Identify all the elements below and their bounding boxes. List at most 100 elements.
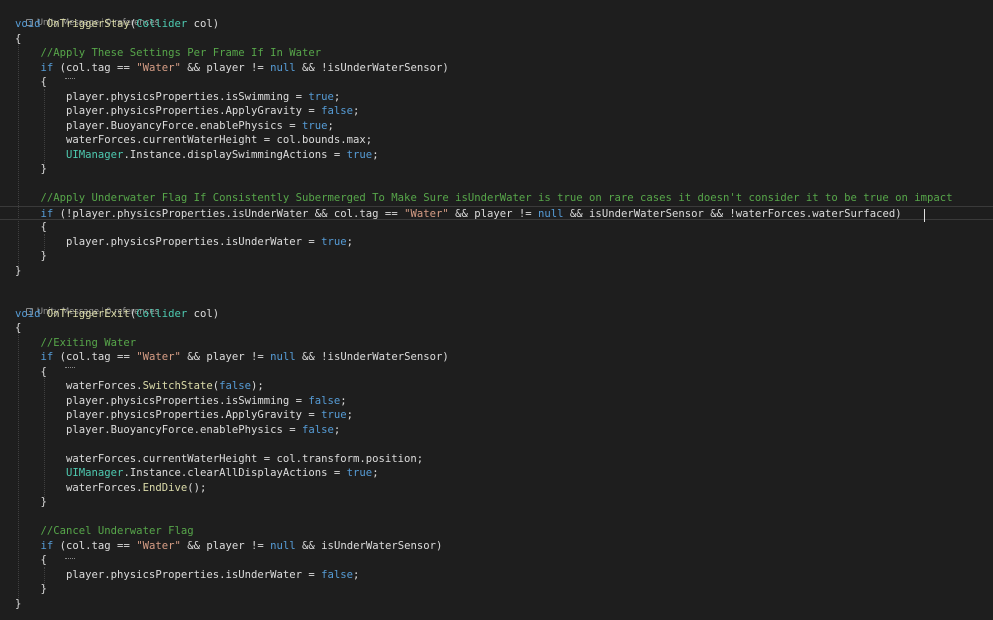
- code-token: player.BuoyancyForce.enablePhysics =: [15, 423, 303, 436]
- code-line[interactable]: player.physicsProperties.isUnderWater = …: [0, 235, 993, 250]
- code-line[interactable]: [0, 177, 993, 192]
- code-token: OnTriggerStay: [46, 18, 130, 30]
- code-token: }: [15, 250, 47, 262]
- code-token: col): [187, 18, 220, 30]
- code-line-content: player.BuoyancyForce.enablePhysics = tru…: [15, 120, 334, 132]
- code-token: UIManager: [66, 148, 124, 161]
- code-line[interactable]: {: [0, 75, 993, 90]
- code-token: null: [270, 351, 296, 363]
- code-token: }: [15, 597, 22, 610]
- code-line-content: UIManager.Instance.clearAllDisplayAction…: [15, 467, 379, 479]
- code-line[interactable]: if (col.tag == "Water" && player != null…: [0, 539, 993, 554]
- code-token: && player !=: [180, 351, 271, 363]
- code-token: ;: [346, 235, 354, 248]
- code-token: waterForces.currentWaterHeight = col.bou…: [15, 134, 373, 146]
- code-line[interactable]: {: [0, 553, 993, 568]
- code-line-content: {: [15, 366, 47, 378]
- code-token: player.physicsProperties.isUnderWater =: [15, 235, 322, 248]
- code-token: && !isUnderWaterSensor): [295, 351, 449, 363]
- code-line[interactable]: void OnTriggerStay(Collider col): [0, 17, 993, 32]
- code-line[interactable]: //Apply These Settings Per Frame If In W…: [0, 46, 993, 61]
- code-line[interactable]: }: [0, 249, 993, 264]
- code-line-content: //Apply These Settings Per Frame If In W…: [15, 47, 322, 59]
- code-line[interactable]: player.physicsProperties.isUnderWater = …: [0, 568, 993, 583]
- code-line-content: player.physicsProperties.ApplyGravity = …: [15, 105, 359, 117]
- code-line[interactable]: //Apply Underwater Flag If Consistently …: [0, 191, 993, 206]
- code-line[interactable]: UIManager.Instance.displaySwimmingAction…: [0, 148, 993, 163]
- code-line[interactable]: player.physicsProperties.ApplyGravity = …: [0, 408, 993, 423]
- code-line-content: //Exiting Water: [15, 336, 137, 349]
- code-token: ();: [187, 481, 207, 494]
- code-line[interactable]: if (!player.physicsProperties.isUnderWat…: [0, 205, 993, 220]
- code-token: player.physicsProperties.ApplyGravity =: [15, 105, 322, 117]
- code-token: true: [321, 235, 347, 248]
- code-line[interactable]: waterForces.EndDive();: [0, 481, 993, 496]
- code-line[interactable]: waterForces.currentWaterHeight = col.tra…: [0, 452, 993, 467]
- code-line-content: if (col.tag == "Water" && player != null…: [15, 539, 443, 552]
- code-line[interactable]: player.physicsProperties.isSwimming = fa…: [0, 394, 993, 409]
- code-line-content: void OnTriggerStay(Collider col): [15, 18, 219, 30]
- code-line[interactable]: waterForces.SwitchState(false);: [0, 379, 993, 394]
- code-token: ;: [333, 90, 341, 103]
- code-line-content: player.physicsProperties.isUnderWater = …: [15, 569, 359, 581]
- code-token: void: [15, 18, 47, 30]
- code-token: && player !=: [180, 539, 271, 552]
- code-line[interactable]: //Cancel Underwater Flag: [0, 524, 993, 539]
- code-line[interactable]: waterForces.currentWaterHeight = col.bou…: [0, 133, 993, 148]
- code-line[interactable]: [0, 437, 993, 452]
- code-token: false: [321, 105, 354, 117]
- code-token: }: [15, 163, 47, 175]
- code-token: "Water": [404, 207, 449, 220]
- code-line-content: }: [15, 163, 47, 175]
- code-token: if: [40, 351, 54, 363]
- code-line[interactable]: if (col.tag == "Water" && player != null…: [0, 350, 993, 365]
- code-line[interactable]: //Exiting Water: [0, 336, 993, 351]
- code-line[interactable]: player.BuoyancyForce.enablePhysics = tru…: [0, 119, 993, 134]
- suggestion-squiggle: [65, 364, 75, 368]
- code-token: && !isUnderWaterSensor): [295, 61, 449, 74]
- code-token: //Cancel Underwater Flag: [40, 525, 194, 537]
- code-token: ;: [372, 148, 379, 161]
- code-line[interactable]: {: [0, 220, 993, 235]
- code-token: player.physicsProperties.isSwimming =: [15, 394, 309, 407]
- code-token: //Apply Underwater Flag If Consistently …: [40, 192, 953, 204]
- code-line-content: waterForces.currentWaterHeight = col.tra…: [15, 453, 423, 465]
- code-line-content: UIManager.Instance.displaySwimmingAction…: [15, 149, 379, 161]
- code-token: && player !=: [448, 207, 539, 220]
- code-token: waterForces.: [15, 481, 143, 494]
- code-line[interactable]: player.BuoyancyForce.enablePhysics = fal…: [0, 423, 993, 438]
- suggestion-squiggle: [65, 75, 75, 79]
- code-token: false: [219, 380, 252, 392]
- code-line[interactable]: }: [0, 582, 993, 597]
- code-token: //Exiting Water: [40, 336, 137, 349]
- code-line[interactable]: }: [0, 597, 993, 612]
- code-line-content: player.BuoyancyForce.enablePhysics = fal…: [15, 424, 340, 436]
- code-token: (col.tag ==: [53, 539, 137, 552]
- code-line[interactable]: UIManager.Instance.clearAllDisplayAction…: [0, 466, 993, 481]
- code-line[interactable]: void OnTriggerExit(Collider col): [0, 307, 993, 322]
- code-line[interactable]: player.physicsProperties.isSwimming = tr…: [0, 90, 993, 105]
- code-token: false: [302, 423, 334, 436]
- code-token: ;: [353, 105, 360, 117]
- code-token: "Water": [136, 61, 181, 74]
- code-editor[interactable]: Unity Message | 0 references Unity Message…: [0, 0, 993, 620]
- code-line[interactable]: {: [0, 321, 993, 336]
- code-line[interactable]: if (col.tag == "Water" && player != null…: [0, 61, 993, 76]
- code-token: true: [302, 119, 328, 132]
- code-line[interactable]: }: [0, 162, 993, 177]
- code-token: null: [270, 539, 296, 552]
- code-line-content: }: [15, 496, 47, 508]
- code-line[interactable]: player.physicsProperties.ApplyGravity = …: [0, 104, 993, 119]
- text-caret: [924, 209, 925, 222]
- code-token: .Instance.displaySwimmingActions =: [123, 148, 347, 161]
- code-token: true: [308, 90, 334, 103]
- code-line[interactable]: {: [0, 365, 993, 380]
- code-line[interactable]: }: [0, 264, 993, 279]
- code-line[interactable]: {: [0, 32, 993, 47]
- code-line[interactable]: }: [0, 495, 993, 510]
- code-token: && player !=: [180, 61, 271, 74]
- code-line[interactable]: [0, 510, 993, 525]
